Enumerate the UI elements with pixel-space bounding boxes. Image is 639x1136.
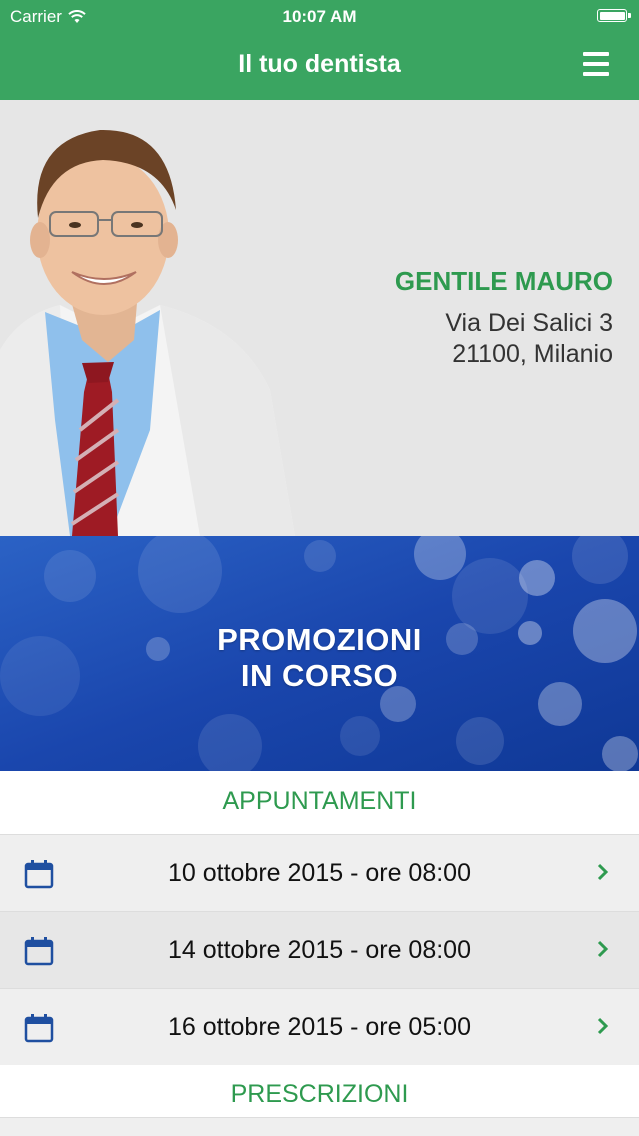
- status-time: 10:07 AM: [282, 7, 357, 26]
- status-bar: Carrier 10:07 AM: [0, 0, 639, 34]
- clinic-address: Via Dei Salici 3 21100, Milanio: [445, 308, 613, 370]
- chevron-right-icon: [597, 940, 609, 958]
- nav-bar: Il tuo dentista: [0, 34, 639, 100]
- prescriptions-list-edge: [0, 1117, 639, 1136]
- page-title: Il tuo dentista: [238, 50, 401, 78]
- chevron-right-icon: [597, 1017, 609, 1035]
- dentist-photo: [0, 129, 295, 536]
- prescriptions-header: PRESCRIZIONI: [0, 1065, 639, 1117]
- promotions-banner[interactable]: PROMOZIONI IN CORSO: [0, 536, 639, 771]
- appointment-row[interactable]: 10 ottobre 2015 - ore 08:00: [0, 834, 639, 911]
- address-line-1: Via Dei Salici 3: [445, 309, 613, 337]
- appointment-label: 16 ottobre 2015 - ore 05:00: [167, 1013, 471, 1041]
- address-line-2: 21100, Milanio: [452, 340, 613, 368]
- appointment-label: 10 ottobre 2015 - ore 08:00: [167, 859, 471, 887]
- chevron-right-icon: [597, 863, 609, 881]
- promo-line-2: IN CORSO: [240, 658, 399, 693]
- appointment-row[interactable]: 14 ottobre 2015 - ore 08:00: [0, 911, 639, 988]
- clinic-name: GENTILE MAURO: [394, 266, 613, 296]
- appointments-header: APPUNTAMENTI: [0, 771, 639, 834]
- promo-line-1: PROMOZIONI: [217, 622, 422, 657]
- clinic-hero: GENTILE MAURO Via Dei Salici 3 21100, Mi…: [0, 100, 639, 536]
- battery-icon: [597, 9, 631, 22]
- appointment-row[interactable]: 16 ottobre 2015 - ore 05:00: [0, 988, 639, 1065]
- hamburger-menu-icon[interactable]: [583, 52, 609, 76]
- appointment-label: 14 ottobre 2015 - ore 08:00: [167, 936, 471, 964]
- promotions-title: PROMOZIONI IN CORSO: [0, 622, 639, 694]
